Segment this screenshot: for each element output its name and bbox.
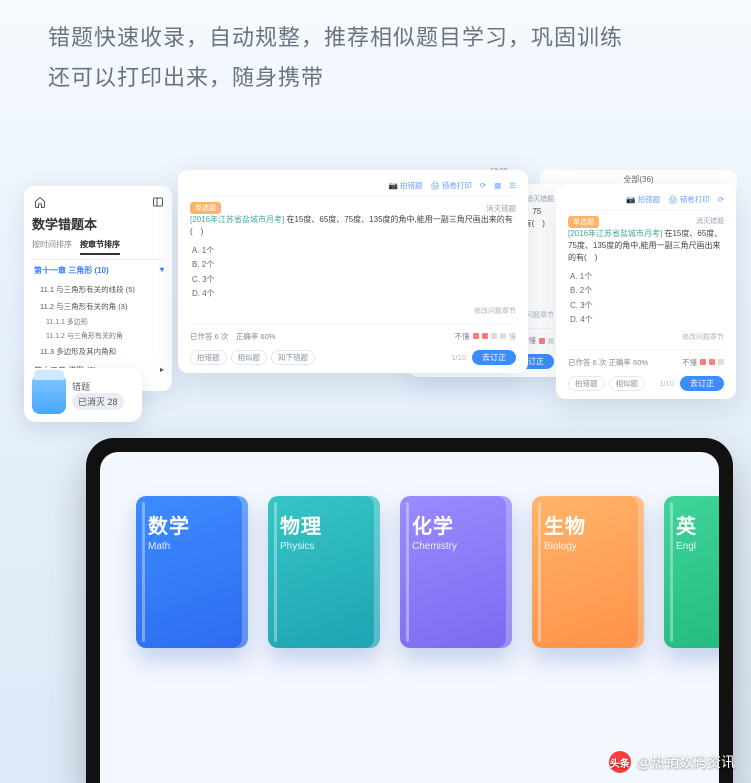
subject-book-english[interactable]: 英 Engl xyxy=(664,496,719,648)
trash-text: 错题 已消灭 28 xyxy=(72,380,124,410)
correct-button-3[interactable]: 去订正 xyxy=(680,376,724,391)
toutiao-icon: 头条 xyxy=(609,751,631,773)
subject-book-math[interactable]: 数学 Math xyxy=(136,496,248,648)
edit-chapter-link[interactable]: 修改问题章节 xyxy=(190,306,516,316)
mastery-indicator: 不懂懂 xyxy=(455,331,517,342)
section-11-1-1[interactable]: 11.1.1 多边形 xyxy=(32,315,166,329)
question-options: A. 1个 B. 2个 C. 3个 D. 4个 xyxy=(190,244,516,302)
section-11-3[interactable]: 11.3 多边形及其内角和 xyxy=(32,343,166,360)
trash-bin-icon xyxy=(32,376,66,414)
topbar-grid-icon[interactable]: ▦ xyxy=(494,181,501,190)
question-card-right: 📷 拍错题 🖨 错卷打印 ⟳ 单选题消灭错题 [2016年江苏省盐城市月考] 在… xyxy=(556,184,736,399)
chip-shot[interactable]: 拍错题 xyxy=(190,350,227,365)
question-card-main: 📷 拍错题 🖨 错卷打印 ⟳ ▦ ☰ 单选题 消灭错题 [2016年江苏省盐城市… xyxy=(178,170,528,373)
topbar-refresh-icon[interactable]: ⟳ xyxy=(480,181,486,190)
section-11-1-2[interactable]: 11.1.2 与三角形有关的角 xyxy=(32,329,166,343)
trash-widget[interactable]: 错题 已消灭 28 xyxy=(24,368,142,422)
sort-tabs: 按时间排序 按章节排序 xyxy=(32,239,166,260)
question-type-tag: 单选题 xyxy=(190,202,221,214)
subject-book-chemistry[interactable]: 化学 Chemistry xyxy=(400,496,512,648)
subject-book-physics[interactable]: 物理 Physics xyxy=(268,496,380,648)
home-icon[interactable] xyxy=(34,196,46,208)
watermark: 头条 @热销数码资讯 xyxy=(609,751,735,773)
section-11-2[interactable]: 11.2 与三角形有关的角 (3) xyxy=(32,298,166,315)
tab-sort-time[interactable]: 按时间排序 xyxy=(32,239,72,255)
layout-toggle-icon[interactable] xyxy=(152,196,164,208)
progress-counter: 1/10 xyxy=(451,353,466,362)
stat-accuracy: 正确率 60% xyxy=(236,332,276,341)
section-11-1[interactable]: 11.1 与三角形有关的线段 (5) xyxy=(32,281,166,298)
topbar-more-icon[interactable]: ☰ xyxy=(509,181,516,190)
sidebar-title: 数学错题本 xyxy=(32,212,166,239)
tab-sort-chapter[interactable]: 按章节排序 xyxy=(80,239,120,255)
watermark-text: @热销数码资讯 xyxy=(637,752,735,772)
question-stem: [2016年江苏省盐城市月考] 在15度、65度、75度、135度的角中,能用一… xyxy=(190,214,516,238)
topbar-shot[interactable]: 📷 拍错题 xyxy=(389,180,423,191)
option-a[interactable]: A. 1个 xyxy=(192,244,516,258)
chapter-11[interactable]: 第十一章 三角形 (10)▾ xyxy=(32,260,166,281)
topbar-print[interactable]: 🖨 错卷打印 xyxy=(430,180,472,191)
trash-count-pill: 已消灭 28 xyxy=(72,393,124,410)
sidebar-panel: 数学错题本 按时间排序 按章节排序 第十一章 三角形 (10)▾ 11.1 与三… xyxy=(24,186,172,391)
screenshot-cluster: 18:30 18:30 数学错题本 按时间排序 按章节排序 第十一章 三角形 (… xyxy=(0,170,751,430)
option-c[interactable]: C. 3个 xyxy=(192,273,516,287)
clear-question-link[interactable]: 消灭错题 xyxy=(486,203,516,214)
trash-label: 错题 xyxy=(72,380,124,393)
headline-block: 错题快速收录，自动规整，推荐相似题目学习，巩固训练 还可以打印出来，随身携带 xyxy=(0,0,751,97)
headline-line-2: 还可以打印出来，随身携带 xyxy=(48,58,703,98)
headline-line-1: 错题快速收录，自动规整，推荐相似题目学习，巩固训练 xyxy=(48,18,703,58)
chip-know[interactable]: 知下错题 xyxy=(271,350,315,365)
correct-button[interactable]: 去订正 xyxy=(472,350,516,365)
chip-similar[interactable]: 相似题 xyxy=(231,350,268,365)
tablet-screen: 数学 Math 物理 Physics 化学 Chemistry 生物 Biolo… xyxy=(100,452,719,783)
subject-book-biology[interactable]: 生物 Biology xyxy=(532,496,644,648)
option-b[interactable]: B. 2个 xyxy=(192,258,516,272)
option-d[interactable]: D. 4个 xyxy=(192,287,516,301)
stat-attempts: 已作答 6 次 xyxy=(190,332,228,341)
tablet-device: 数学 Math 物理 Physics 化学 Chemistry 生物 Biolo… xyxy=(86,438,733,783)
